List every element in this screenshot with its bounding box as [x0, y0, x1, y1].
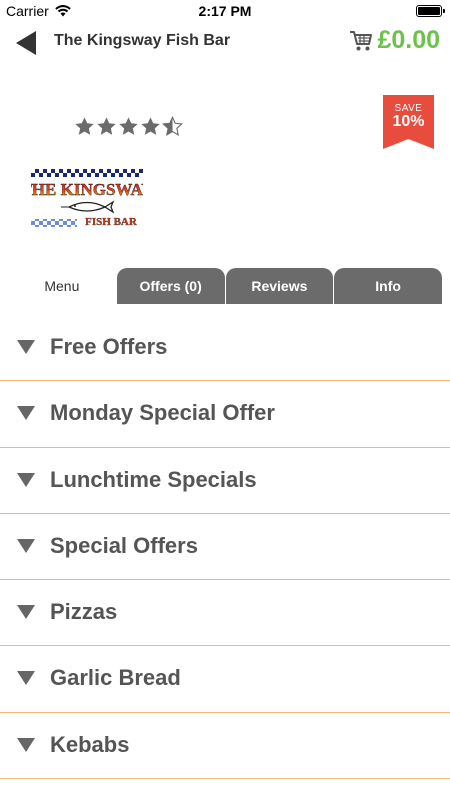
header: The Kingsway Fish Bar £0.00 [0, 22, 450, 62]
category-special-offers[interactable]: Special Offers [0, 514, 450, 581]
star-rating [74, 116, 183, 137]
category-pizzas[interactable]: Pizzas [0, 580, 450, 647]
triangle-down-icon [17, 671, 35, 686]
category-label: Pizzas [50, 599, 118, 625]
category-free-offers[interactable]: Free Offers [0, 315, 450, 382]
category-garlic-bread[interactable]: Garlic Bread [0, 646, 450, 713]
save-badge: SAVE 10% [383, 95, 434, 149]
restaurant-logo: THE KINGSWAY FISH BAR [20, 165, 154, 235]
cart-button[interactable]: £0.00 [349, 26, 440, 55]
tab-bar: Menu Offers (0) Reviews Info [8, 268, 442, 304]
cart-total: £0.00 [377, 26, 440, 54]
status-time: 2:17 PM [198, 3, 252, 19]
cart-icon [350, 30, 373, 50]
tab-menu[interactable]: Menu [8, 268, 116, 304]
back-button[interactable] [14, 30, 40, 56]
triangle-down-icon [17, 605, 35, 620]
star-half-icon [162, 116, 183, 136]
logo-text-line2: FISH BAR [85, 216, 138, 228]
category-label: Lunchtime Specials [50, 466, 257, 492]
triangle-down-icon [17, 406, 35, 421]
star-full-icon [141, 117, 160, 135]
star-full-icon [97, 117, 116, 135]
category-monday-special-offer[interactable]: Monday Special Offer [0, 381, 450, 448]
triangle-down-icon [17, 472, 35, 487]
battery-icon [416, 5, 445, 17]
tab-offers[interactable]: Offers (0) [116, 268, 225, 304]
save-percent: 10% [392, 113, 425, 130]
category-label: Free Offers [50, 334, 168, 359]
menu-category-list: Free Offers Monday Special Offer Lunchti… [0, 315, 450, 780]
triangle-down-icon [17, 737, 35, 752]
category-kebabs[interactable]: Kebabs [0, 713, 450, 780]
category-label: Special Offers [50, 532, 198, 558]
tab-reviews[interactable]: Reviews [225, 268, 334, 304]
page-title: The Kingsway Fish Bar [54, 32, 231, 49]
category-lunchtime-specials[interactable]: Lunchtime Specials [0, 448, 450, 514]
category-label: Garlic Bread [50, 665, 181, 691]
logo-text-line1: THE KINGSWAY [31, 180, 143, 199]
back-arrow-icon [16, 31, 36, 55]
triangle-down-icon [17, 340, 35, 354]
category-label: Monday Special Offer [50, 400, 275, 426]
fish-icon [61, 200, 115, 214]
status-bar: Carrier 2:17 PM [0, 0, 450, 22]
category-label: Kebabs [50, 731, 130, 757]
star-full-icon [119, 117, 138, 135]
star-full-icon [75, 117, 94, 135]
triangle-down-icon [17, 538, 35, 553]
tab-info[interactable]: Info [334, 268, 442, 304]
